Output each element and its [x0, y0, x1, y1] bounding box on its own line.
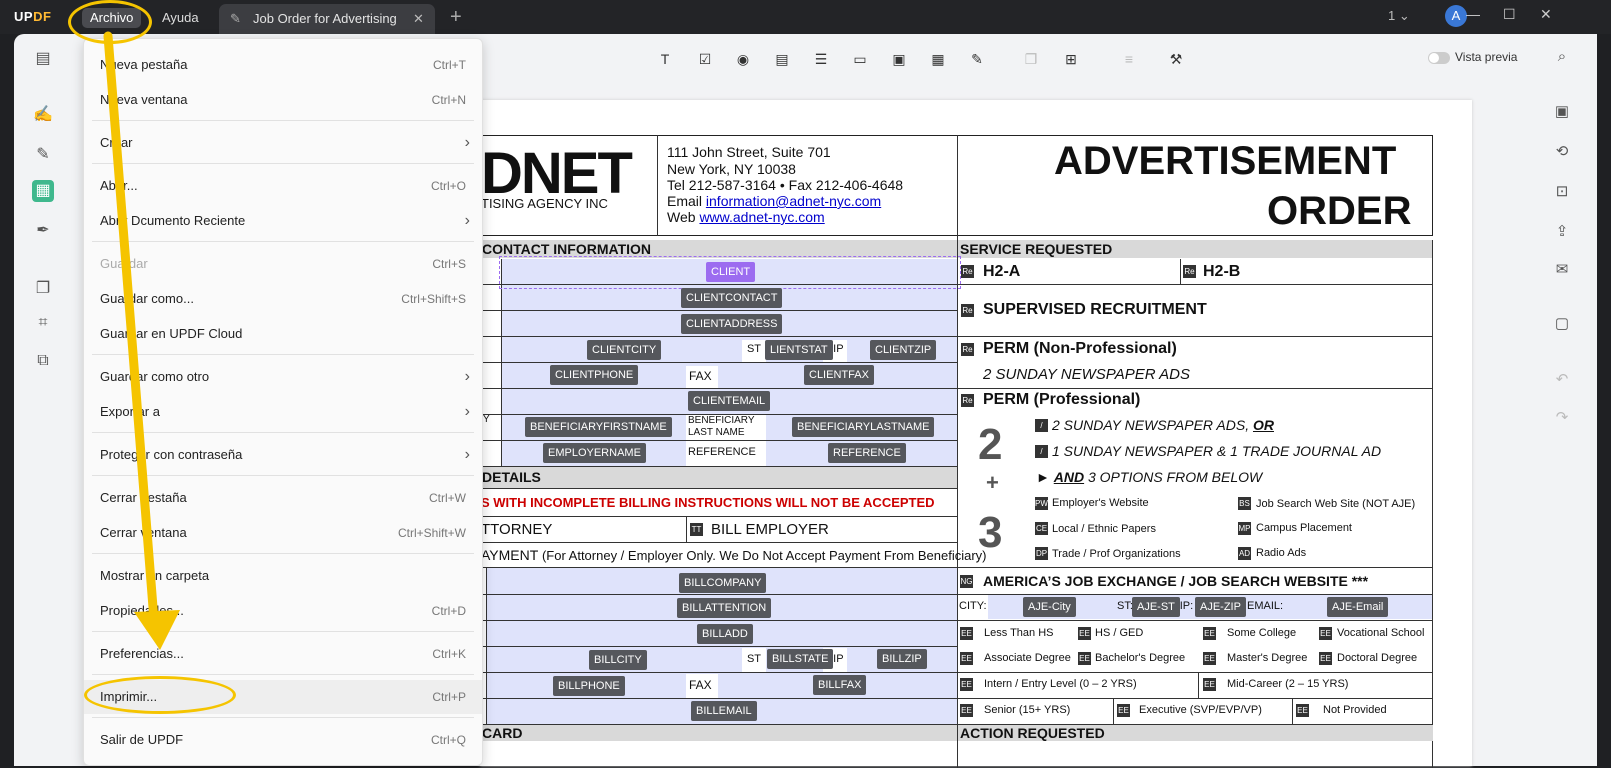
arrow-annotation [103, 31, 180, 650]
arrow-shaft [103, 31, 159, 625]
arrow-head [134, 610, 180, 650]
